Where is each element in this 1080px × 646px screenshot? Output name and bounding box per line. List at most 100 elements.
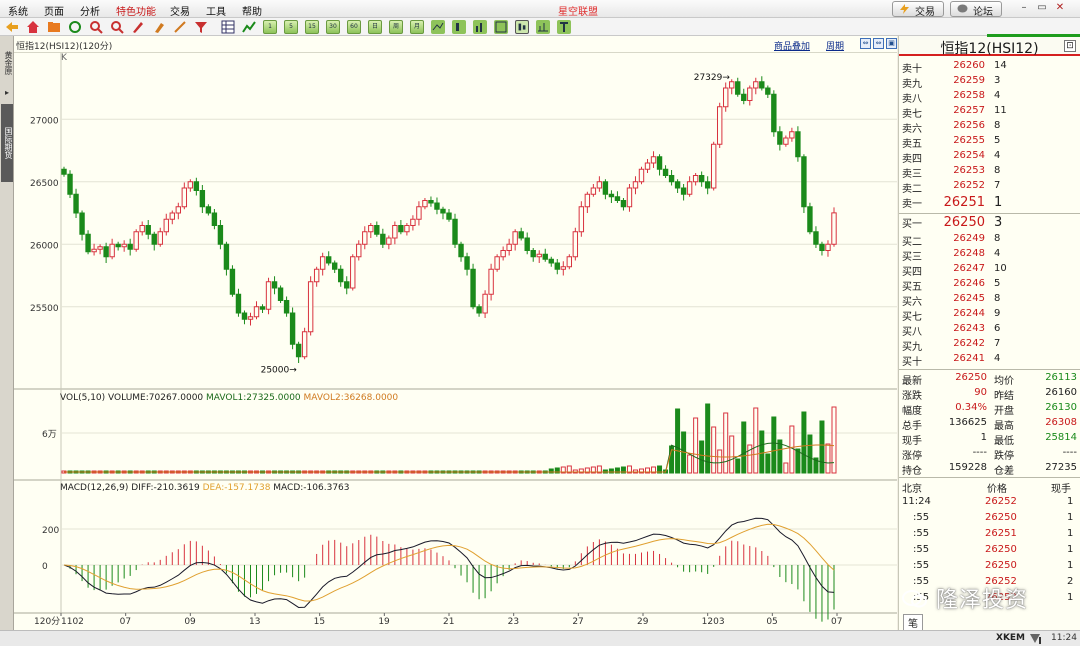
table-view-icon[interactable] — [221, 20, 235, 34]
stat-row[interactable]: 最新 26250 均价 26113 — [899, 371, 1080, 387]
kline-chart-svg[interactable]: 27000 26500 26000 25500 6万 200 0 27329→ 25000→ 12… — [14, 53, 897, 630]
tick-row[interactable]: :55 26250 1 — [899, 559, 1080, 575]
indicator-icon[interactable] — [536, 20, 550, 34]
trade-button[interactable]: 交易 — [892, 1, 944, 18]
multi-period-icon[interactable] — [494, 20, 508, 34]
trend-chart-icon[interactable] — [242, 20, 256, 34]
refresh-icon[interactable] — [68, 20, 82, 34]
candle-body — [524, 237, 530, 251]
brush-icon[interactable] — [152, 20, 166, 34]
ask-row[interactable]: 卖八 26258 4 — [899, 89, 1080, 105]
zoom-in-icon[interactable] — [89, 20, 103, 34]
tab-gold[interactable]: 黄金原 — [1, 40, 13, 86]
folder-icon[interactable] — [47, 20, 61, 34]
ask-row[interactable]: 卖七 26257 11 — [899, 104, 1080, 120]
bid-row[interactable]: 买二 26249 8 — [899, 232, 1080, 248]
filter-icon[interactable] — [194, 20, 208, 34]
tick-price: 26250 — [985, 560, 1017, 571]
chart-area[interactable]: 27000 26500 26000 25500 6万 200 0 27329→ 25000→ 12… — [14, 53, 897, 630]
expand-icon[interactable]: ⊡ — [1064, 40, 1076, 52]
period-day-button[interactable]: 日 — [368, 20, 382, 34]
tick-row[interactable]: :55 26251 1 — [899, 527, 1080, 543]
menu-system[interactable]: 系统 — [8, 3, 28, 18]
menu-features[interactable]: 特色功能 — [116, 3, 156, 18]
text-indicator-icon[interactable] — [557, 20, 571, 34]
stat-row[interactable]: 涨停 ---- 跌停 ---- — [899, 446, 1080, 462]
pen-icon[interactable] — [131, 20, 145, 34]
candle-body — [723, 87, 729, 108]
layout-icon-3[interactable]: ▣ — [886, 38, 897, 49]
minimize-icon[interactable]: – — [1018, 2, 1030, 14]
ask-row[interactable]: 卖三 26253 8 — [899, 164, 1080, 180]
period-week-button[interactable]: 周 — [389, 20, 403, 34]
period-30min-button[interactable]: 30 — [326, 20, 340, 34]
bid-row[interactable]: 买六 26245 8 — [899, 292, 1080, 308]
zoom-out-icon[interactable] — [110, 20, 124, 34]
bar-chart-icon[interactable] — [473, 20, 487, 34]
stat-row[interactable]: 涨跌 90 昨结 26160 — [899, 386, 1080, 402]
back-arrow-icon[interactable] — [5, 20, 19, 34]
bid-row[interactable]: 买五 26246 5 — [899, 277, 1080, 293]
ask-price: 26257 — [953, 105, 985, 116]
bid-label: 买六 — [902, 297, 922, 308]
stat-row[interactable]: 持仓 159228 仓差 27235 — [899, 461, 1080, 477]
tick-row[interactable]: :55 26250 1 — [899, 543, 1080, 559]
bid-row[interactable]: 买七 26244 9 — [899, 307, 1080, 323]
bid-row[interactable]: 买三 26248 4 — [899, 247, 1080, 263]
ticks-tab[interactable]: 笔 — [903, 614, 923, 631]
candle-body — [530, 250, 536, 258]
ask-row[interactable]: 卖五 26255 5 — [899, 134, 1080, 150]
kline-icon[interactable] — [452, 20, 466, 34]
draw-line-icon[interactable] — [173, 20, 187, 34]
overlay-link[interactable]: 商品叠加 — [774, 39, 810, 52]
bid-row[interactable]: 买四 26247 10 — [899, 262, 1080, 278]
bid-row[interactable]: 买八 26243 6 — [899, 322, 1080, 338]
period-15min-button[interactable]: 15 — [305, 20, 319, 34]
bid-label: 买四 — [902, 267, 922, 278]
ask-row[interactable]: 卖六 26256 8 — [899, 119, 1080, 135]
tick-row[interactable]: :55 26250 1 — [899, 511, 1080, 527]
menu-help[interactable]: 帮助 — [242, 3, 262, 18]
candle-body — [476, 306, 482, 314]
ask-row[interactable]: 卖十 26260 14 — [899, 59, 1080, 75]
period-5min-button[interactable]: 5 — [284, 20, 298, 34]
menu-analysis[interactable]: 分析 — [80, 3, 100, 18]
period-60min-button[interactable]: 60 — [347, 20, 361, 34]
menu-tools[interactable]: 工具 — [206, 3, 226, 18]
layout-icon-2[interactable]: ⇔ — [873, 38, 884, 49]
volume-bar — [753, 407, 759, 474]
ticks-header[interactable]: 北京 价格 现手 — [899, 479, 1080, 495]
ask-price: 26259 — [953, 75, 985, 86]
quote-panel: 恒指12(HSI12) ⊡ 卖十 26260 14 卖九 26259 3 卖八 26258 4 卖… — [898, 34, 1080, 631]
stat-row[interactable]: 总手 136625 最高 26308 — [899, 416, 1080, 432]
minute-chart-icon[interactable] — [431, 20, 445, 34]
ask-row[interactable]: 卖九 26259 3 — [899, 74, 1080, 90]
stat-value-2: 27235 — [1045, 462, 1077, 473]
candle-body — [710, 143, 717, 189]
tab-intl-futures[interactable]: 国际期货 — [1, 104, 13, 182]
stat-row[interactable]: 现手 1 最低 25814 — [899, 431, 1080, 447]
close-icon[interactable]: ✕ — [1054, 2, 1066, 14]
bid-row[interactable]: 买一 26250 3 — [899, 214, 1080, 232]
forum-button[interactable]: 论坛 — [950, 1, 1002, 18]
candle-body — [680, 187, 687, 195]
kline-selected-icon[interactable] — [515, 20, 529, 34]
layout-icon-1[interactable]: ⇔ — [860, 38, 871, 49]
ask-row[interactable]: 卖四 26254 4 — [899, 149, 1080, 165]
tick-row[interactable]: 11:24 26252 1 — [899, 495, 1080, 511]
period-1min-button[interactable]: 1 — [263, 20, 277, 34]
menu-page[interactable]: 页面 — [44, 3, 64, 18]
candle-body — [325, 256, 332, 264]
home-icon[interactable] — [26, 20, 40, 34]
ask-row[interactable]: 卖二 26252 7 — [899, 179, 1080, 195]
bid-row[interactable]: 买十 26241 4 — [899, 352, 1080, 368]
ask-row[interactable]: 卖一 26251 1 — [899, 194, 1080, 212]
stat-row[interactable]: 幅度 0.34% 开盘 26130 — [899, 401, 1080, 417]
menu-trade[interactable]: 交易 — [170, 3, 190, 18]
restore-icon[interactable]: ▭ — [1036, 2, 1048, 14]
period-link[interactable]: 周期 — [826, 39, 844, 52]
tab-collapse-icon[interactable]: ▸ — [1, 88, 13, 97]
period-month-button[interactable]: 月 — [410, 20, 424, 34]
chart-period: 120分 — [82, 42, 109, 52]
bid-row[interactable]: 买九 26242 7 — [899, 337, 1080, 353]
